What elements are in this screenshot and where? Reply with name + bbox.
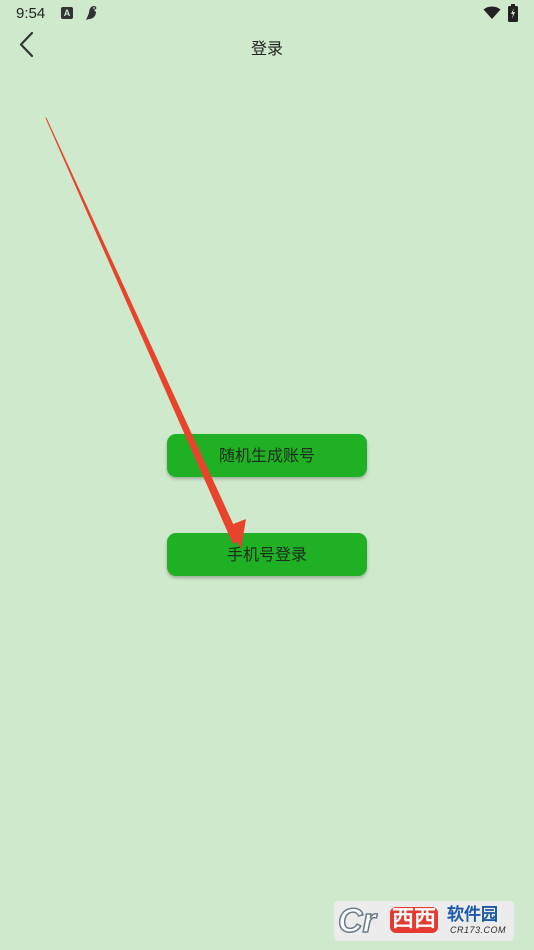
battery-charging-icon [508, 4, 518, 26]
wifi-icon [483, 5, 501, 24]
status-time: 9:54 [16, 5, 46, 22]
bird-icon [83, 4, 99, 26]
watermark-name: 软件园 [447, 905, 498, 925]
random-account-button[interactable]: 随机生成账号 [167, 434, 367, 477]
notification-a-icon: A [61, 7, 73, 19]
status-bar: 9:54 A [0, 0, 534, 28]
watermark-domain: CR173.COM [450, 925, 507, 935]
arrow-shaft [45, 117, 241, 544]
watermark-brand: 西西 [390, 907, 439, 933]
app-bar: 登录 [0, 28, 534, 62]
watermark-logo: Cr 西西 软件园 CR173.COM [334, 901, 514, 941]
watermark-cr: Cr [337, 901, 376, 941]
phone-login-button[interactable]: 手机号登录 [167, 533, 367, 576]
page-title: 登录 [250, 39, 283, 58]
